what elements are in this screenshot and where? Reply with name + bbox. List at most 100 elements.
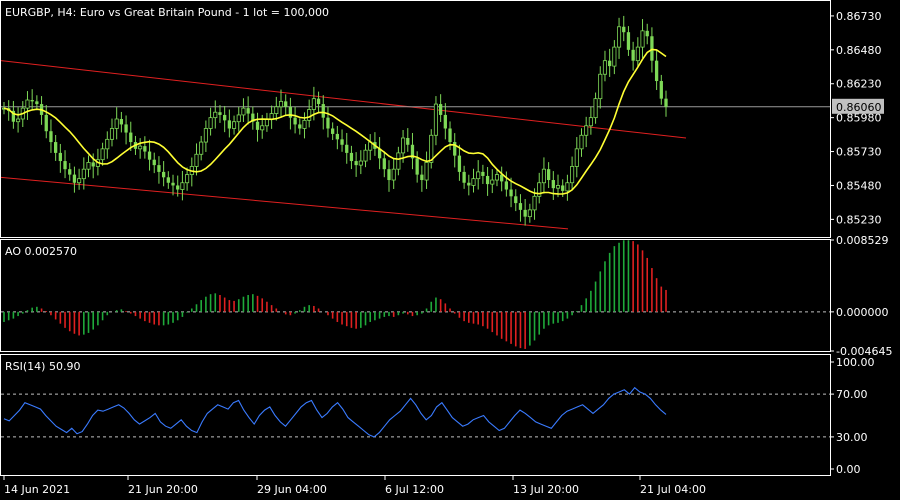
candle-body	[504, 181, 509, 190]
ao-axis-label: 0.008529	[836, 234, 889, 247]
candle-body	[49, 131, 53, 143]
candle-body	[424, 162, 429, 181]
candle-body	[622, 26, 626, 33]
candle-body	[443, 114, 447, 129]
candle-body	[659, 81, 663, 99]
candle-body	[541, 168, 546, 184]
candle-body	[63, 161, 67, 170]
candle-body	[608, 60, 612, 67]
candle-body	[602, 60, 608, 75]
candle-body	[494, 174, 500, 181]
candle-body	[269, 113, 274, 120]
candle-body	[471, 178, 476, 186]
candle-body	[58, 152, 62, 162]
price-axis-label: 0.85230	[836, 213, 882, 226]
candle-body	[236, 114, 241, 123]
candle-body	[462, 171, 466, 183]
time-axis-label: 6 Jul 12:00	[385, 483, 444, 496]
candle-body	[650, 36, 654, 61]
candle-body	[91, 162, 95, 167]
candle-body	[311, 98, 316, 110]
candle-body	[255, 121, 260, 130]
time-axis-label: 14 Jun 2021	[4, 483, 70, 496]
candle-body	[246, 108, 250, 114]
candle-body	[86, 162, 91, 170]
candle-body	[527, 209, 532, 218]
candle-body	[129, 132, 133, 143]
candle-body	[570, 166, 575, 184]
candle-body	[185, 174, 190, 184]
candle-body	[551, 180, 555, 189]
candle-body	[278, 100, 284, 108]
candle-body	[119, 119, 124, 125]
chart-canvas: 0.867300.864800.862300.859800.857300.854…	[0, 0, 900, 500]
candle-body	[490, 179, 495, 185]
time-axis-label: 21 Jun 20:00	[128, 483, 198, 496]
candle-body	[664, 98, 668, 107]
candle-body	[546, 169, 551, 181]
candle-body	[157, 165, 161, 172]
candle-body	[326, 117, 330, 129]
candle-body	[241, 107, 246, 116]
candle-body	[199, 141, 204, 155]
candle-body	[626, 32, 631, 50]
candle-body	[354, 161, 358, 166]
candle-body	[406, 137, 410, 145]
candle-body	[476, 171, 481, 180]
candle-body	[161, 171, 166, 178]
candle-body	[391, 168, 396, 181]
candle-body	[514, 196, 518, 204]
rsi-axis-label: 70.00	[836, 388, 868, 401]
time-axis-label: 21 Jul 04:00	[640, 483, 706, 496]
candle-body	[584, 125, 589, 136]
candle-body	[54, 142, 58, 153]
candle-body	[438, 104, 443, 115]
candle-body	[401, 137, 406, 154]
candle-body	[293, 117, 297, 125]
price-axis-label: 0.85730	[836, 146, 882, 159]
candle-body	[382, 158, 386, 170]
candle-body	[152, 159, 156, 166]
candle-body	[124, 124, 128, 133]
candle-body	[232, 121, 237, 129]
chart-background	[0, 0, 900, 500]
ao-title: AO 0.002570	[5, 245, 77, 258]
rsi-axis-label: 0.00	[836, 463, 861, 476]
candle-body	[260, 125, 265, 131]
candle-body	[218, 112, 222, 115]
candle-body	[109, 128, 115, 140]
candle-body	[331, 128, 335, 134]
candle-body	[166, 177, 170, 183]
candle-body	[565, 182, 570, 192]
candle-body	[180, 182, 185, 190]
candle-body	[284, 101, 288, 107]
ao-axis-label: 0.000000	[836, 306, 889, 319]
candle-body	[387, 169, 391, 181]
candle-body	[415, 158, 419, 175]
candle-body	[143, 146, 147, 152]
candle-body	[598, 73, 603, 100]
candle-body	[25, 99, 30, 109]
candle-body	[288, 106, 293, 118]
rsi-axis-label: 30.00	[836, 431, 868, 444]
rsi-title: RSI(14) 50.90	[5, 360, 80, 373]
candle-body	[176, 185, 180, 190]
candle-body	[654, 60, 659, 82]
candle-body	[485, 175, 490, 185]
candle-body	[316, 98, 321, 105]
candle-body	[321, 104, 325, 118]
price-axis-label: 0.86230	[836, 78, 882, 91]
candle-body	[363, 149, 368, 162]
candle-body	[396, 152, 401, 170]
candle-body	[30, 100, 34, 102]
candle-body	[298, 124, 302, 129]
candle-body	[138, 145, 143, 150]
chart-title: EURGBP, H4: Euro vs Great Britain Pound …	[5, 6, 329, 19]
current-price-label: 0.86060	[836, 101, 882, 114]
candle-body	[574, 148, 579, 167]
candle-body	[358, 160, 363, 166]
time-axis-label: 13 Jul 20:00	[513, 483, 579, 496]
candle-body	[307, 109, 312, 121]
candle-body	[208, 117, 213, 129]
candle-body	[81, 168, 86, 180]
